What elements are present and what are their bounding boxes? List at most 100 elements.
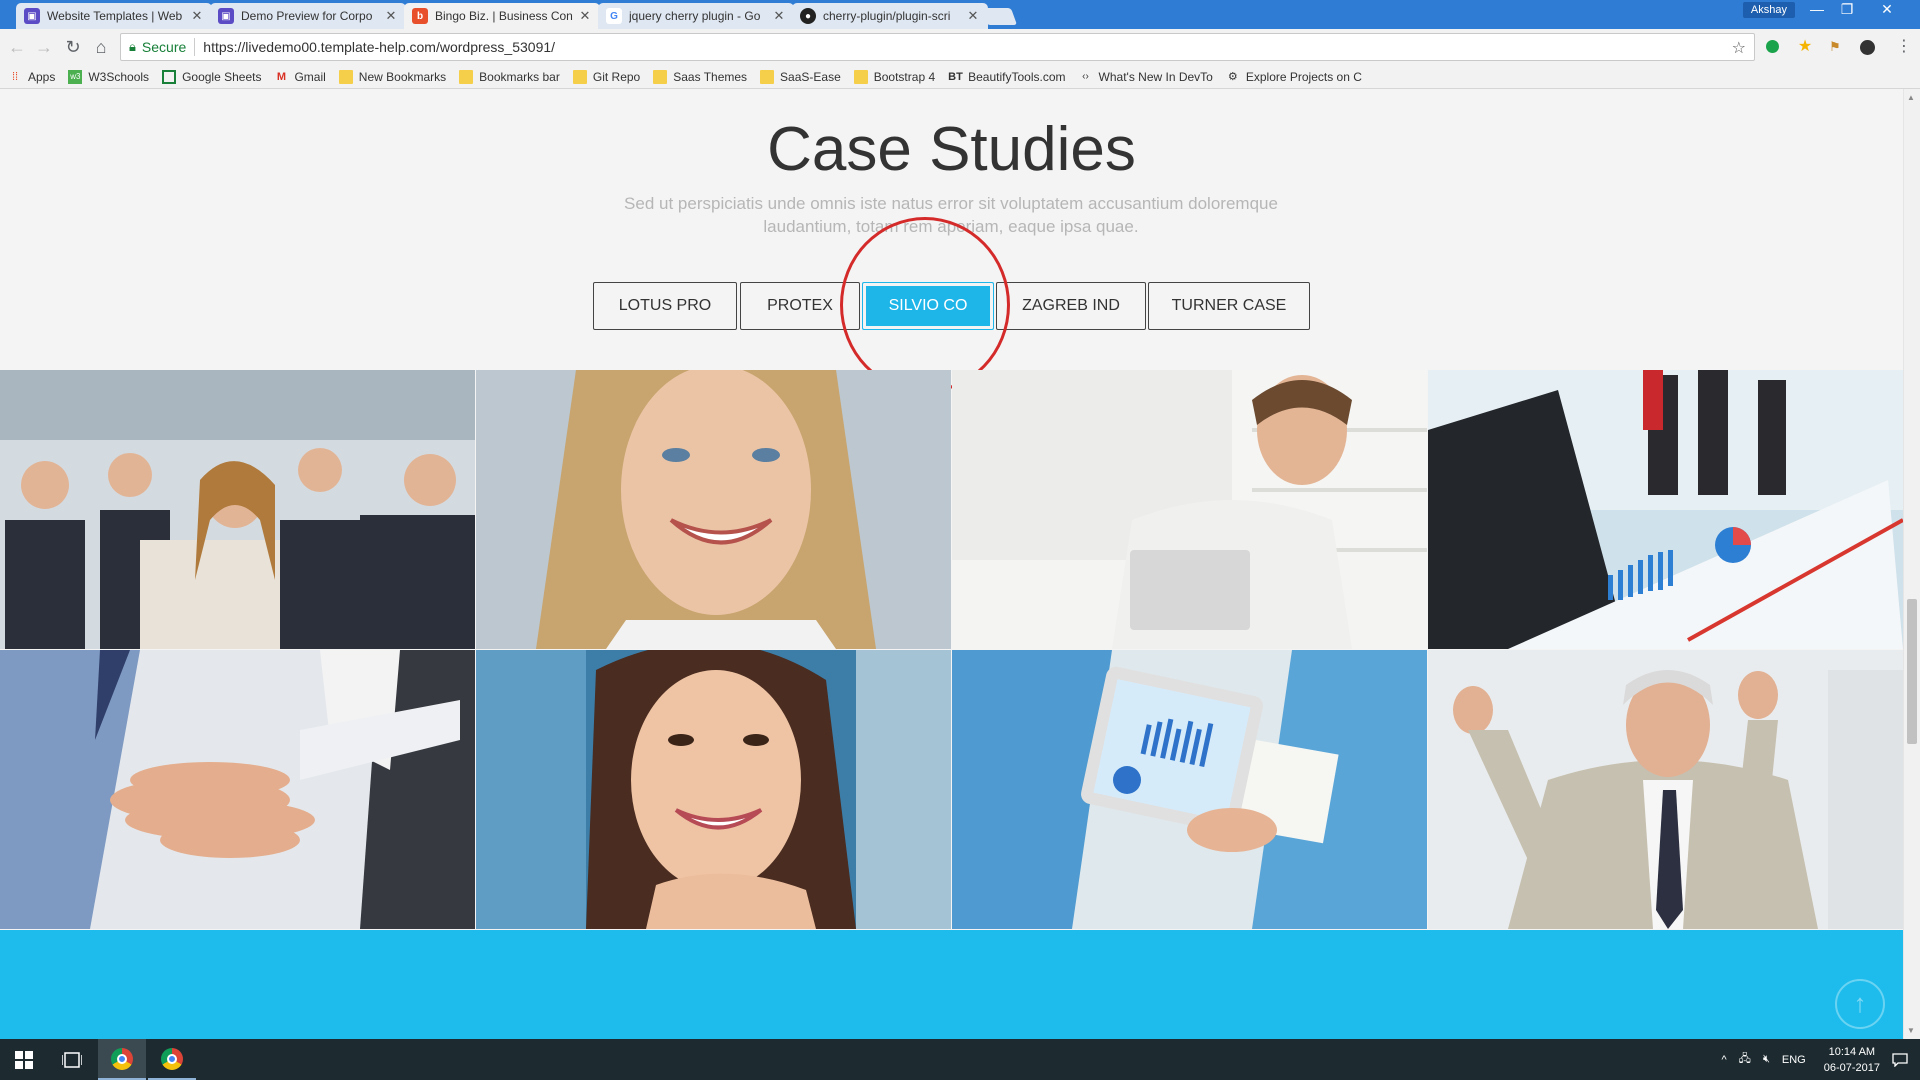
bookmark-label: New Bookmarks bbox=[358, 69, 447, 84]
windows-start-icon[interactable] bbox=[0, 1039, 48, 1080]
bookmark-google-sheets[interactable]: Google Sheets bbox=[162, 69, 262, 84]
tab-jquery-cherry[interactable]: G jquery cherry plugin - Go ✕ bbox=[598, 3, 794, 29]
man-with-laptop-photo[interactable] bbox=[952, 370, 1427, 649]
forward-arrow-icon[interactable]: → bbox=[33, 36, 55, 58]
cta-band bbox=[0, 930, 1903, 1039]
clock[interactable]: 10:14 AM 06-07-2017 bbox=[1824, 1044, 1880, 1076]
bookmark-label: What's New In DevTo bbox=[1098, 69, 1213, 84]
bookmark-bootstrap-4[interactable]: Bootstrap 4 bbox=[853, 69, 936, 84]
close-icon[interactable]: ✕ bbox=[578, 8, 592, 24]
back-arrow-icon[interactable]: ← bbox=[6, 36, 28, 58]
bookmark-new-bookmarks[interactable]: New Bookmarks bbox=[338, 69, 447, 84]
restore-icon[interactable]: ❐ bbox=[1832, 0, 1862, 20]
chrome-taskbar-icon[interactable] bbox=[98, 1039, 146, 1080]
system-tray: ^ 🖧︎ 🔇︎ ENG 10:14 AM 06-07-2017 bbox=[1710, 1039, 1881, 1080]
address-bar[interactable]: 🔒︎ Secure https://livedemo00.template-he… bbox=[120, 33, 1755, 61]
tab-bingo-biz[interactable]: b Bingo Biz. | Business Con ✕ bbox=[404, 3, 600, 29]
bookmark-w3schools[interactable]: w3 W3Schools bbox=[68, 69, 150, 84]
tab-title: Bingo Biz. | Business Con bbox=[435, 9, 573, 23]
close-icon[interactable]: ✕ bbox=[190, 8, 204, 24]
extension-green-icon[interactable] bbox=[1766, 40, 1779, 53]
folder-icon bbox=[653, 69, 668, 84]
chrome-icon bbox=[161, 1047, 183, 1070]
bookmark-star-icon[interactable]: ☆ bbox=[1732, 38, 1746, 58]
filter-zagreb-ind-button[interactable]: ZAGREB IND bbox=[996, 282, 1146, 330]
filter-lotus-pro-button[interactable]: LOTUS PRO bbox=[593, 282, 737, 330]
menu-kebab-icon[interactable]: ⋮ bbox=[1893, 36, 1915, 58]
bookmark-git-repo[interactable]: Git Repo bbox=[572, 69, 641, 84]
home-icon[interactable]: ⌂ bbox=[90, 36, 112, 58]
volume-mute-icon[interactable]: 🔇︎ bbox=[1763, 1053, 1770, 1066]
red-annotation-circle bbox=[840, 217, 1010, 393]
task-view-icon[interactable] bbox=[48, 1039, 96, 1080]
bookmark-label: Saas Themes bbox=[673, 69, 748, 84]
template-monster-icon: ▣ bbox=[24, 8, 40, 24]
vertical-scrollbar[interactable]: ▲ ▼ bbox=[1903, 89, 1920, 1039]
reload-icon[interactable]: ↻ bbox=[62, 36, 84, 58]
window-close-icon[interactable]: ✕ bbox=[1870, 0, 1904, 20]
tab-title: jquery cherry plugin - Go bbox=[629, 9, 761, 23]
extension-flag-icon[interactable]: ⚑ bbox=[1826, 38, 1844, 56]
bookmark-label: W3Schools bbox=[88, 69, 150, 84]
bookmark-label: Bootstrap 4 bbox=[873, 69, 936, 84]
scroll-down-arrow-icon[interactable]: ▼ bbox=[1907, 1026, 1915, 1035]
profile-button[interactable]: Akshay bbox=[1742, 2, 1795, 18]
scroll-to-top-button[interactable]: ↑ bbox=[1835, 979, 1885, 1029]
arrow-up-icon: ↑ bbox=[1853, 988, 1867, 1018]
bookmark-label: Git Repo bbox=[592, 69, 641, 84]
folder-icon bbox=[853, 69, 868, 84]
security-label: Secure bbox=[141, 39, 187, 55]
apps-grid-icon: ⁞⁞ bbox=[11, 70, 19, 83]
office-desk-charts-photo[interactable] bbox=[1428, 370, 1903, 649]
github-icon: ● bbox=[800, 8, 816, 24]
bookmark-label: Gmail bbox=[294, 69, 326, 84]
bookmark-bookmarks-bar[interactable]: Bookmarks bar bbox=[459, 69, 560, 84]
bookmark-label: Google Sheets bbox=[182, 69, 262, 84]
tab-cherry-plugin[interactable]: ● cherry-plugin/plugin-scri ✕ bbox=[792, 3, 988, 29]
tab-demo-preview[interactable]: ▣ Demo Preview for Corpo ✕ bbox=[210, 3, 406, 29]
scroll-up-arrow-icon[interactable]: ▲ bbox=[1907, 93, 1915, 102]
chrome-icon bbox=[111, 1047, 133, 1070]
close-icon[interactable]: ✕ bbox=[384, 8, 398, 24]
tab-website-templates[interactable]: ▣ Website Templates | Web ✕ bbox=[16, 3, 212, 29]
network-icon[interactable]: 🖧︎ bbox=[1739, 1050, 1751, 1069]
folder-icon bbox=[760, 69, 775, 84]
url-text[interactable]: https://livedemo00.template-help.com/wor… bbox=[203, 39, 555, 55]
filter-turner-case-button[interactable]: TURNER CASE bbox=[1148, 282, 1310, 330]
bt-icon: BT bbox=[948, 70, 963, 83]
close-icon[interactable]: ✕ bbox=[966, 8, 980, 24]
w3schools-icon: w3 bbox=[68, 69, 83, 84]
business-team-photo[interactable] bbox=[0, 370, 475, 649]
bookmark-label: Apps bbox=[28, 69, 56, 84]
language-indicator[interactable]: ENG bbox=[1782, 1054, 1806, 1066]
case-studies-gallery bbox=[0, 370, 1903, 930]
smiling-brunette-woman-photo[interactable] bbox=[476, 650, 951, 929]
bookmark-explore-projects[interactable]: ⚙ Explore Projects on C bbox=[1226, 70, 1362, 84]
folder-icon bbox=[572, 69, 587, 84]
folder-icon bbox=[459, 69, 474, 84]
bookmark-apps[interactable]: ⁞⁞ Apps bbox=[8, 70, 55, 84]
notification-center-icon[interactable] bbox=[1880, 1039, 1920, 1080]
clock-time: 10:14 AM bbox=[1828, 1045, 1876, 1058]
smiling-blonde-woman-photo[interactable] bbox=[476, 370, 951, 649]
new-tab-button[interactable] bbox=[980, 8, 1018, 25]
minimize-icon[interactable]: — bbox=[1802, 0, 1832, 20]
bookmark-gmail[interactable]: M Gmail bbox=[274, 69, 326, 84]
chevron-up-icon[interactable]: ^ bbox=[1722, 1054, 1727, 1066]
tablet-chart-photo[interactable] bbox=[952, 650, 1427, 929]
bookmark-devtools[interactable]: ‹› What's New In DevTo bbox=[1079, 70, 1213, 84]
clock-date: 06-07-2017 bbox=[1823, 1061, 1880, 1074]
celebrating-businessman-photo[interactable] bbox=[1428, 650, 1903, 929]
stacked-hands-photo[interactable] bbox=[0, 650, 475, 929]
extension-star-icon[interactable]: ★ bbox=[1796, 38, 1814, 56]
close-icon[interactable]: ✕ bbox=[772, 8, 786, 24]
scrollbar-thumb[interactable] bbox=[1907, 599, 1917, 744]
bookmark-saas-themes[interactable]: Saas Themes bbox=[653, 69, 748, 84]
extension-dark-icon[interactable] bbox=[1860, 40, 1875, 55]
chrome-taskbar-icon-2[interactable] bbox=[148, 1039, 196, 1080]
bookmark-label: Bookmarks bar bbox=[479, 69, 560, 84]
windows-taskbar: ^ 🖧︎ 🔇︎ ENG 10:14 AM 06-07-2017 bbox=[0, 1039, 1920, 1080]
bookmark-beautifytools[interactable]: BT BeautifyTools.com bbox=[948, 70, 1065, 84]
tab-title: cherry-plugin/plugin-scri bbox=[823, 9, 951, 23]
bookmark-saas-ease[interactable]: SaaS-Ease bbox=[760, 69, 841, 84]
